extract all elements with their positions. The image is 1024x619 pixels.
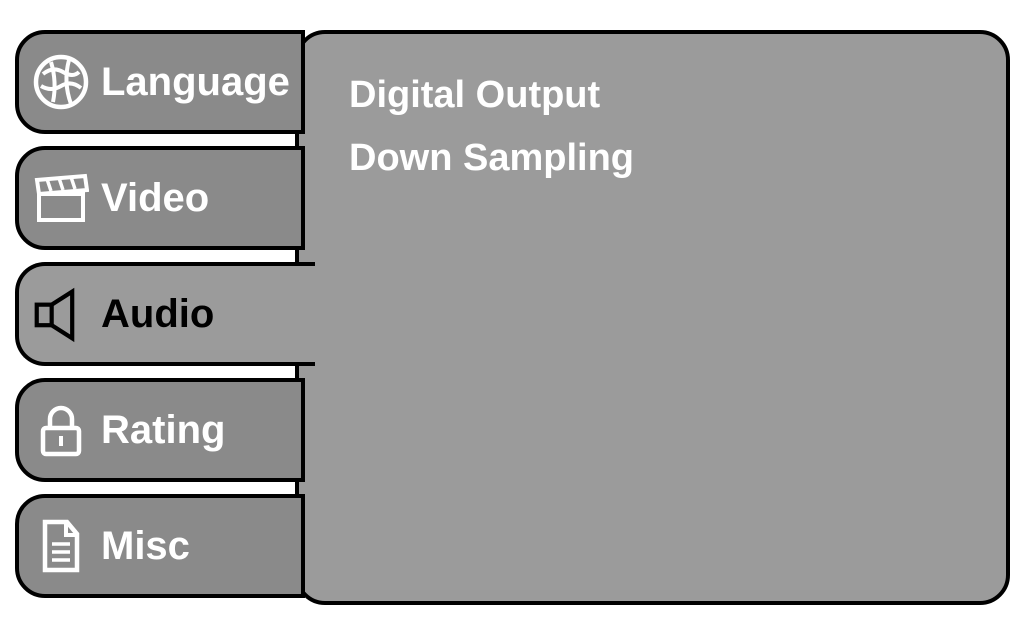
settings-menu: Digital Output Down Sampling Language [15, 30, 1010, 605]
tab-audio[interactable]: Audio [15, 262, 315, 366]
tab-video[interactable]: Video [15, 146, 305, 250]
lock-icon [33, 402, 89, 458]
document-icon [33, 518, 89, 574]
menu-item-down-sampling[interactable]: Down Sampling [349, 137, 956, 180]
menu-item-digital-output[interactable]: Digital Output [349, 74, 956, 117]
clapperboard-icon [33, 170, 89, 226]
tab-rating-label: Rating [101, 408, 225, 453]
tab-rating[interactable]: Rating [15, 378, 305, 482]
content-panel: Digital Output Down Sampling [295, 30, 1010, 605]
tab-misc-label: Misc [101, 524, 190, 569]
tab-language-label: Language [101, 60, 290, 105]
speaker-icon [33, 286, 89, 342]
tab-audio-label: Audio [101, 292, 214, 337]
globe-icon [33, 54, 89, 110]
tab-misc[interactable]: Misc [15, 494, 305, 598]
tab-language[interactable]: Language [15, 30, 305, 134]
tab-video-label: Video [101, 176, 209, 221]
